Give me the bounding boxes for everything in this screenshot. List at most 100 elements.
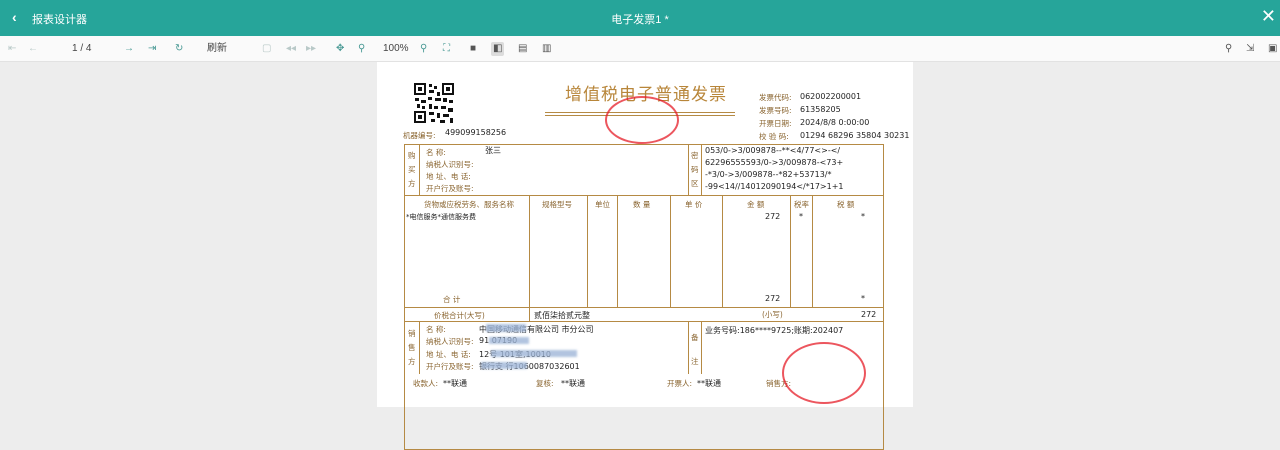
buyer-side-2: 买 <box>408 165 416 174</box>
sum-tax: * <box>861 294 865 303</box>
close-icon[interactable]: ✕ <box>1261 6 1276 27</box>
continuous-icon[interactable]: ▤ <box>518 42 527 56</box>
last-page-icon[interactable]: ⇥ <box>148 42 156 56</box>
invoice-number-label: 发票号码: <box>759 106 792 115</box>
item-tax: * <box>861 212 865 221</box>
single-page-icon[interactable]: ◧ <box>491 42 505 56</box>
buyer-side-1: 购 <box>408 151 416 160</box>
buyer-side-3: 方 <box>408 179 416 188</box>
cipher-line-1: 053/0->3/009878--**<4/77<>-</ <box>705 146 841 155</box>
move-icon[interactable]: ✥ <box>336 42 344 56</box>
reviewer: **联通 <box>561 379 585 388</box>
invoice-number: 61358205 <box>800 105 841 114</box>
col-spec: 规格型号 <box>542 200 572 209</box>
print-icon[interactable]: ■ <box>470 42 476 56</box>
zoom-in-icon[interactable]: ⚲ <box>420 42 427 56</box>
buyer-side-line <box>419 144 420 195</box>
invoice-code-label: 发票代码: <box>759 93 792 102</box>
col-tax: 税 额 <box>837 200 855 209</box>
machine-no: 499099158256 <box>445 128 507 137</box>
total-words: 贰佰柒拾贰元整 <box>534 311 590 320</box>
buyer-addr-label: 地 址、电 话: <box>426 172 471 181</box>
buyer-name-label: 名 称: <box>426 148 446 157</box>
col-divider-rate <box>790 195 791 307</box>
prev-section-icon[interactable]: ◂◂ <box>286 42 296 56</box>
report-toolbar: ⇤ ← 1 / 4 → ⇥ ↻ 刷新 ▢ ◂◂ ▸▸ ✥ ⚲ 100% ⚲ ⛶ … <box>0 36 1280 62</box>
col-divider-spec <box>529 195 530 307</box>
first-page-icon[interactable]: ⇤ <box>8 42 16 56</box>
seller-side-2: 售 <box>408 343 416 352</box>
zoom-out-icon[interactable]: ⚲ <box>358 42 365 56</box>
redaction <box>489 337 529 344</box>
next-page-icon[interactable]: → <box>124 42 134 56</box>
drawer-label: 开票人: <box>667 379 693 388</box>
export-icon[interactable]: ▢ <box>262 42 271 56</box>
book-view-icon[interactable]: ▥ <box>542 42 551 56</box>
buyer-bank-label: 开户行及账号: <box>426 184 474 193</box>
search-icon[interactable]: ⚲ <box>1225 42 1232 56</box>
col-divider-unit <box>587 195 588 307</box>
tax-seal-stamp <box>605 96 679 144</box>
col-price: 单 价 <box>685 200 703 209</box>
cipher-line-3: -*3/0->3/009878--*82+53713/* <box>705 170 832 179</box>
refresh-icon[interactable]: ↻ <box>175 42 183 56</box>
report-page: 机器编号: 499099158256 增值税电子普通发票 发票代码: 06200… <box>377 62 913 450</box>
company-seal-stamp <box>782 342 866 404</box>
col-qty: 数 量 <box>633 200 651 209</box>
cipher-side-line <box>701 144 702 195</box>
cipher-side-3: 区 <box>691 179 699 188</box>
check-code: 01294 68296 35804 30231 <box>800 131 910 140</box>
col-divider-qty <box>617 195 618 307</box>
payee-label: 收款人: <box>413 379 439 388</box>
col-divider-tax <box>812 195 813 307</box>
fit-icon[interactable]: ⛶ <box>443 42 450 56</box>
sum-amount: 272 <box>765 294 781 303</box>
payee: **联通 <box>443 379 467 388</box>
cipher-left-line <box>688 144 689 195</box>
fullscreen-icon[interactable]: ▣ <box>1268 42 1277 56</box>
remark-text: 业务号码:186****9725;账期:202407 <box>705 326 844 335</box>
machine-no-label: 机器编号: <box>403 131 436 140</box>
remark-side-2: 注 <box>691 357 699 366</box>
buyer-name: 张三 <box>485 146 501 155</box>
col-rate: 税率 <box>794 200 809 209</box>
redaction <box>491 350 577 357</box>
zoom-level[interactable]: 100% <box>383 42 409 56</box>
seller-taxid-label: 纳税人识别号: <box>426 337 474 346</box>
seller-side-1: 销 <box>408 329 416 338</box>
drawer: **联通 <box>697 379 721 388</box>
item-amount: 272 <box>765 212 781 221</box>
item-rate: * <box>799 212 803 221</box>
invoice-date: 2024/8/8 0:00:00 <box>800 118 870 127</box>
remark-left-line <box>688 321 689 374</box>
exit-icon[interactable]: ⇲ <box>1246 42 1254 56</box>
cipher-side-1: 密 <box>691 151 699 160</box>
col-unit: 单位 <box>595 200 610 209</box>
col-item: 货物或应税劳务、服务名称 <box>424 200 514 209</box>
small-label: (小写) <box>762 310 783 319</box>
title-bar: ‹ 报表设计器 电子发票1 * ✕ <box>0 0 1280 36</box>
next-section-icon[interactable]: ▸▸ <box>306 42 316 56</box>
seller-side-3: 方 <box>408 357 416 366</box>
page-indicator[interactable]: 1 / 4 <box>72 42 91 56</box>
seller-name-label: 名 称: <box>426 325 446 334</box>
refresh-label[interactable]: 刷新 <box>207 42 227 56</box>
col-divider-price <box>670 195 671 307</box>
sum-label: 合 计 <box>443 295 461 304</box>
cipher-line-2: 62296555593/0->3/009878-<73+ <box>705 158 844 167</box>
buyer-taxid-label: 纳税人识别号: <box>426 160 474 169</box>
total-bottom-line <box>404 321 884 322</box>
invoice-date-label: 开票日期: <box>759 119 792 128</box>
seller-bank-label: 开户行及账号: <box>426 362 474 371</box>
remark-side-1: 备 <box>691 333 699 342</box>
qr-code-icon <box>413 82 455 124</box>
cipher-side-2: 码 <box>691 165 699 174</box>
col-divider-amount <box>722 195 723 307</box>
reviewer-label: 复核: <box>536 379 554 388</box>
total-top-line <box>404 307 884 308</box>
remark-side-line <box>701 321 702 374</box>
prev-page-icon[interactable]: ← <box>28 42 38 56</box>
seller-addr-label: 地 址、电 话: <box>426 350 471 359</box>
document-title: 电子发票1 * <box>611 14 669 26</box>
total-divider <box>529 307 530 321</box>
